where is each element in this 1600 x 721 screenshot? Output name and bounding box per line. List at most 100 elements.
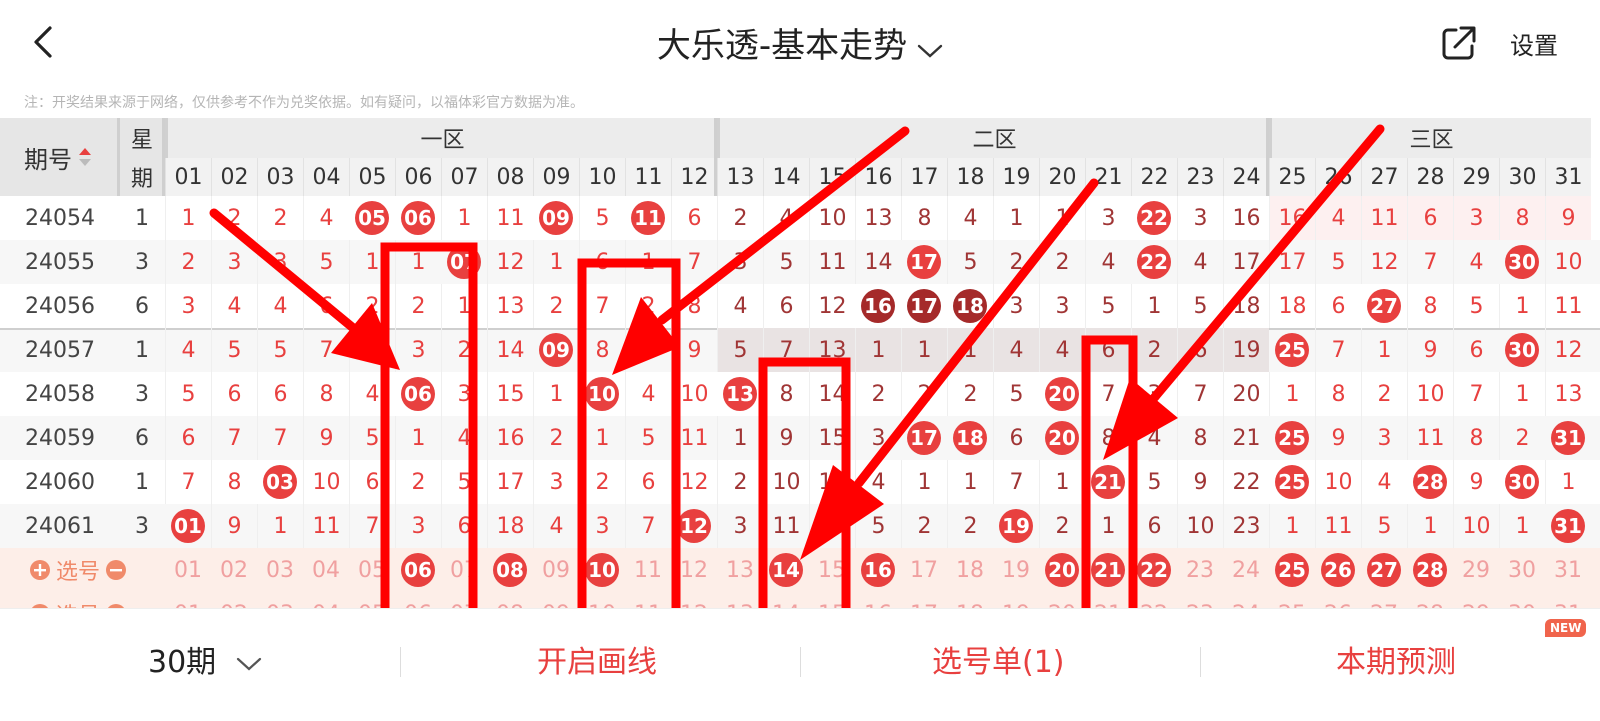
selectable-number-cell[interactable]: 09: [533, 548, 579, 592]
selected-number-cell[interactable]: 22: [1131, 548, 1177, 592]
selectable-number-cell[interactable]: 06: [395, 592, 441, 609]
selectable-number-cell[interactable]: 25: [1269, 592, 1315, 609]
selectable-number-cell[interactable]: 20: [1039, 592, 1085, 609]
selectable-number-cell[interactable]: 04: [303, 592, 349, 609]
selectable-number-cell[interactable]: 13: [717, 548, 763, 592]
plus-circle-icon[interactable]: [30, 560, 50, 580]
settings-button[interactable]: 设置: [1510, 26, 1558, 61]
selected-number-cell[interactable]: 28: [1407, 548, 1453, 592]
selectable-number-cell[interactable]: 27: [1361, 592, 1407, 609]
selected-number-ball[interactable]: 25: [1275, 553, 1309, 587]
selectable-number-cell[interactable]: 30: [1499, 548, 1545, 592]
number-column-header: 29: [1453, 158, 1499, 196]
selectable-number-cell[interactable]: 11: [625, 592, 671, 609]
sort-icon: [79, 148, 91, 166]
selectable-number-cell[interactable]: 17: [901, 548, 947, 592]
selectable-number-cell[interactable]: 15: [809, 592, 855, 609]
selectable-number-cell[interactable]: 30: [1499, 592, 1545, 609]
minus-circle-icon[interactable]: [106, 560, 127, 580]
selectable-number-cell[interactable]: 18: [947, 548, 993, 592]
selectable-number-cell[interactable]: 13: [717, 592, 763, 609]
selected-number-cell[interactable]: 10: [579, 548, 625, 592]
prediction-button[interactable]: 本期预测: [1336, 637, 1456, 681]
selectable-number-cell[interactable]: 31: [1545, 548, 1591, 592]
share-icon[interactable]: [1440, 24, 1478, 62]
selected-number-ball[interactable]: 16: [861, 553, 895, 587]
selected-number-cell[interactable]: 25: [1269, 548, 1315, 592]
selected-number-ball[interactable]: 28: [1413, 553, 1447, 587]
selection-row-controls[interactable]: 选号: [30, 548, 140, 592]
selectable-number-cell[interactable]: 16: [855, 592, 901, 609]
selected-number-ball[interactable]: 08: [493, 553, 527, 587]
omission-cell: 21: [1223, 416, 1269, 460]
selected-number-cell[interactable]: 06: [395, 548, 441, 592]
issue-number: 24058: [25, 381, 95, 407]
omission-cell: 4: [165, 328, 211, 372]
selectable-number-cell[interactable]: 03: [257, 592, 303, 609]
selectable-number-cell[interactable]: 10: [579, 592, 625, 609]
selectable-number-cell[interactable]: 08: [487, 592, 533, 609]
selectable-number-cell[interactable]: 05: [349, 548, 395, 592]
omission-cell: 9: [1315, 416, 1361, 460]
drawn-number-ball: 12: [677, 509, 711, 543]
selectable-number-cell[interactable]: 04: [303, 548, 349, 592]
period-selector[interactable]: 30期: [148, 637, 262, 681]
selectable-number-cell[interactable]: 24: [1223, 592, 1269, 609]
selectable-number-cell[interactable]: 19: [993, 548, 1039, 592]
selectable-number-cell[interactable]: 23: [1177, 548, 1223, 592]
selection-row-controls[interactable]: 选号: [30, 592, 140, 608]
omission-cell: 7: [257, 416, 303, 460]
selectable-number-cell[interactable]: 07: [441, 592, 487, 609]
selectable-number-cell[interactable]: 29: [1453, 548, 1499, 592]
selected-number-ball[interactable]: 22: [1137, 553, 1171, 587]
selectable-number-cell[interactable]: 07: [441, 548, 487, 592]
selectable-number-cell[interactable]: 28: [1407, 592, 1453, 609]
selected-number-cell[interactable]: 21: [1085, 548, 1131, 592]
page-title[interactable]: 大乐透-基本走势: [0, 18, 1600, 68]
selectable-number-cell[interactable]: 24: [1223, 548, 1269, 592]
selected-number-cell[interactable]: 26: [1315, 548, 1361, 592]
selectable-number-cell[interactable]: 15: [809, 548, 855, 592]
selected-number-ball[interactable]: 21: [1091, 553, 1125, 587]
selectable-number-cell[interactable]: 26: [1315, 592, 1361, 609]
selection-list-button[interactable]: 选号单(1): [932, 637, 1065, 681]
issue-column-header[interactable]: 期号: [0, 118, 120, 196]
selectable-number-cell[interactable]: 14: [763, 592, 809, 609]
selectable-number-cell[interactable]: 01: [165, 548, 211, 592]
trend-chart-table[interactable]: 期号星期一区 二区 三区 01 02 03 04 05 06 07 08 09 10 11 12 13 14 15…: [0, 118, 1600, 608]
selectable-number-cell[interactable]: 09: [533, 592, 579, 609]
omission-cell: 8: [303, 372, 349, 416]
draw-line-button[interactable]: 开启画线: [537, 637, 657, 681]
number-column-header: 21: [1085, 158, 1131, 196]
selectable-number-cell[interactable]: 23: [1177, 592, 1223, 609]
selected-number-ball[interactable]: 14: [769, 553, 803, 587]
weekday-cell: 3: [135, 513, 149, 539]
omission-cell: 11: [1545, 284, 1591, 328]
selectable-number-cell[interactable]: 11: [625, 548, 671, 592]
selectable-number-cell[interactable]: 31: [1545, 592, 1591, 609]
selectable-number-cell[interactable]: 18: [947, 592, 993, 609]
selected-number-ball[interactable]: 06: [401, 553, 435, 587]
selectable-number-cell[interactable]: 03: [257, 548, 303, 592]
selectable-number-cell[interactable]: 21: [1085, 592, 1131, 609]
selectable-number-cell[interactable]: 01: [165, 592, 211, 609]
selected-number-cell[interactable]: 27: [1361, 548, 1407, 592]
selectable-number-cell[interactable]: 12: [671, 548, 717, 592]
selectable-number-cell[interactable]: 12: [671, 592, 717, 609]
omission-cell: 6: [303, 284, 349, 328]
selected-number-ball[interactable]: 20: [1045, 553, 1079, 587]
selected-number-cell[interactable]: 14: [763, 548, 809, 592]
selectable-number-cell[interactable]: 17: [901, 592, 947, 609]
selected-number-cell[interactable]: 16: [855, 548, 901, 592]
selectable-number-cell[interactable]: 22: [1131, 592, 1177, 609]
selected-number-ball[interactable]: 10: [585, 553, 619, 587]
selected-number-ball[interactable]: 27: [1367, 553, 1401, 587]
selectable-number-cell[interactable]: 02: [211, 592, 257, 609]
selected-number-cell[interactable]: 08: [487, 548, 533, 592]
selected-number-cell[interactable]: 20: [1039, 548, 1085, 592]
selectable-number-cell[interactable]: 19: [993, 592, 1039, 609]
selectable-number-cell[interactable]: 05: [349, 592, 395, 609]
selectable-number-cell[interactable]: 29: [1453, 592, 1499, 609]
selected-number-ball[interactable]: 26: [1321, 553, 1355, 587]
selectable-number-cell[interactable]: 02: [211, 548, 257, 592]
